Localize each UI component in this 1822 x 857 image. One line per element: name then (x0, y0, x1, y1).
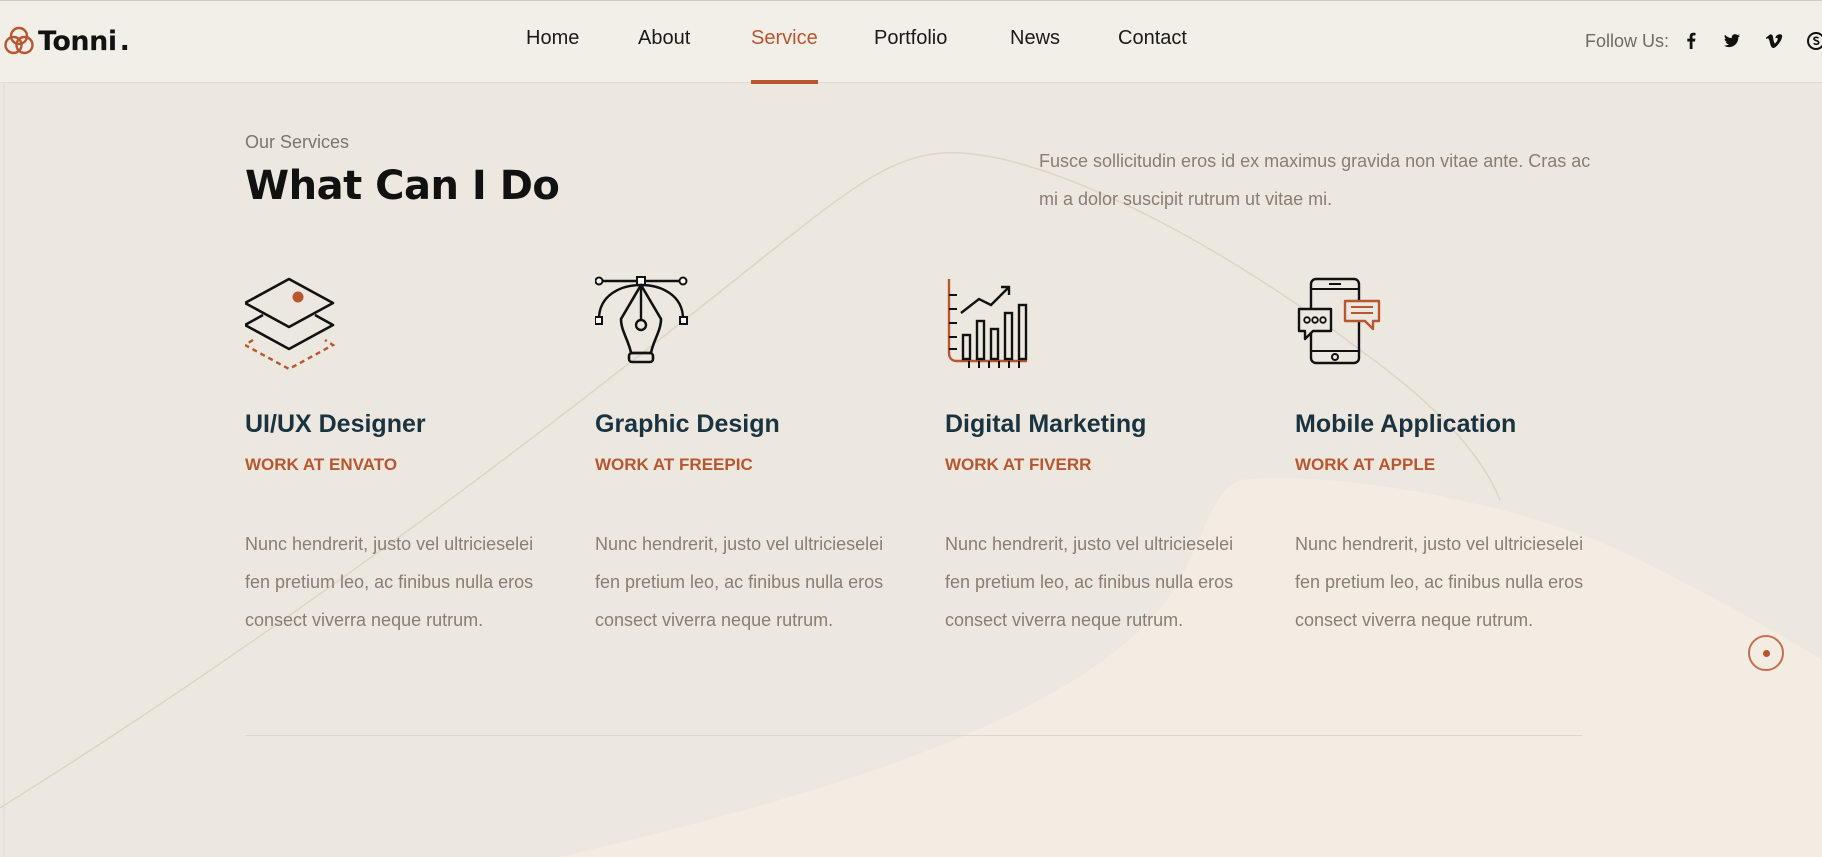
service-description: Nunc hendrerit, justo vel ultricieselei … (245, 534, 534, 630)
service-description: Nunc hendrerit, justo vel ultricieselei … (945, 534, 1234, 630)
section-title: What Can I Do (245, 163, 560, 209)
twitter-icon[interactable] (1721, 30, 1743, 52)
bar-chart-icon (947, 279, 1028, 368)
layers-icon (245, 277, 336, 371)
section-intro: Fusce sollicitudin eros id ex maximus gr… (1039, 151, 1591, 209)
service-subtitle: WORK AT APPLE (1295, 455, 1436, 474)
service-card: Digital Marketing WORK AT FIVERR Nunc he… (945, 275, 1245, 630)
service-description: Nunc hendrerit, justo vel ultricieselei … (1295, 534, 1584, 630)
follow-label: Follow Us: (1585, 31, 1670, 51)
nav-news[interactable]: News (1010, 27, 1060, 50)
service-title: Digital Marketing (945, 410, 1147, 438)
site-header: Tonni. Home About Service Portfolio News… (0, 0, 1822, 84)
service-subtitle: WORK AT ENVATO (245, 455, 398, 474)
nav-portfolio[interactable]: Portfolio (874, 27, 947, 50)
mobile-chat-icon (1297, 277, 1381, 365)
service-card: Mobile Application WORK AT APPLE Nunc he… (1295, 275, 1595, 630)
service-title: Graphic Design (595, 410, 780, 438)
section-divider (245, 735, 1582, 736)
main-nav: Home About Service Portfolio News Contac… (0, 1, 1822, 84)
service-card: UI/UX Designer WORK AT ENVATO Nunc hendr… (245, 275, 545, 630)
service-title: Mobile Application (1295, 410, 1517, 438)
active-nav-indicator (751, 80, 818, 84)
scroll-indicator-button[interactable] (1748, 635, 1784, 671)
nav-service[interactable]: Service (751, 27, 818, 50)
service-card: Graphic Design WORK AT FREEPIC Nunc hend… (595, 275, 895, 630)
vimeo-icon[interactable] (1763, 30, 1785, 52)
service-subtitle: WORK AT FIVERR (945, 455, 1092, 474)
nav-home[interactable]: Home (526, 27, 579, 50)
pen-tool-icon (595, 276, 688, 364)
section-eyebrow: Our Services (245, 132, 350, 152)
nav-contact[interactable]: Contact (1118, 27, 1187, 50)
skype-icon[interactable] (1805, 30, 1822, 52)
nav-about[interactable]: About (638, 27, 690, 50)
service-description: Nunc hendrerit, justo vel ultricieselei … (595, 534, 884, 630)
service-title: UI/UX Designer (245, 410, 426, 438)
facebook-icon[interactable] (1680, 30, 1702, 52)
service-subtitle: WORK AT FREEPIC (595, 455, 753, 474)
